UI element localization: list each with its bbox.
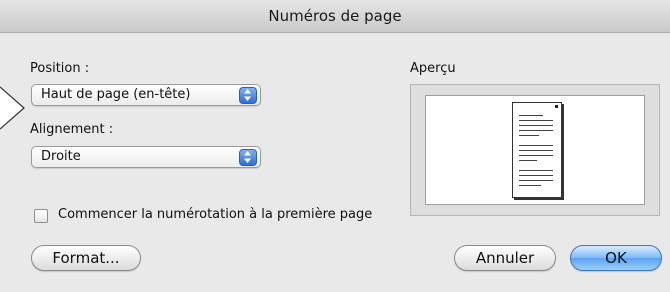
alignment-select[interactable]: Droite: [31, 146, 261, 168]
preview-line: [519, 115, 543, 116]
preview-line: [519, 175, 553, 176]
preview-label: Aperçu: [410, 61, 456, 76]
preview-line: [519, 145, 553, 146]
preview-line: [519, 180, 553, 181]
callout-pointer-icon: [0, 86, 25, 130]
position-select-value: Haut de page (en-tête): [41, 87, 191, 102]
preview-panel: [410, 84, 660, 216]
alignment-label: Alignement :: [30, 122, 114, 137]
preview-line: [519, 170, 553, 171]
preview-line: [519, 185, 541, 186]
preview-line: [519, 150, 553, 151]
preview-line: [519, 160, 537, 161]
preview-line: [519, 125, 553, 126]
preview-line: [519, 155, 553, 156]
preview-line: [519, 135, 539, 136]
preview-line: [519, 120, 553, 121]
preview-line: [519, 130, 553, 131]
page-preview-icon: [512, 102, 562, 198]
dialog-title: Numéros de page: [0, 0, 670, 33]
ok-button[interactable]: OK: [570, 245, 662, 271]
position-select[interactable]: Haut de page (en-tête): [31, 84, 261, 106]
up-down-arrows-icon: [239, 149, 257, 166]
page-number-marker: [555, 105, 558, 108]
up-down-arrows-icon: [239, 87, 257, 104]
first-page-checkbox[interactable]: [34, 209, 48, 223]
alignment-select-value: Droite: [41, 149, 81, 164]
format-button[interactable]: Format...: [31, 245, 141, 271]
cancel-button[interactable]: Annuler: [454, 245, 556, 271]
position-label: Position :: [30, 61, 90, 76]
preview-canvas: [425, 95, 645, 205]
page-numbers-dialog: Numéros de page Position : Haut de page …: [0, 0, 670, 292]
first-page-checkbox-label[interactable]: Commencer la numérotation à la première …: [58, 207, 372, 222]
